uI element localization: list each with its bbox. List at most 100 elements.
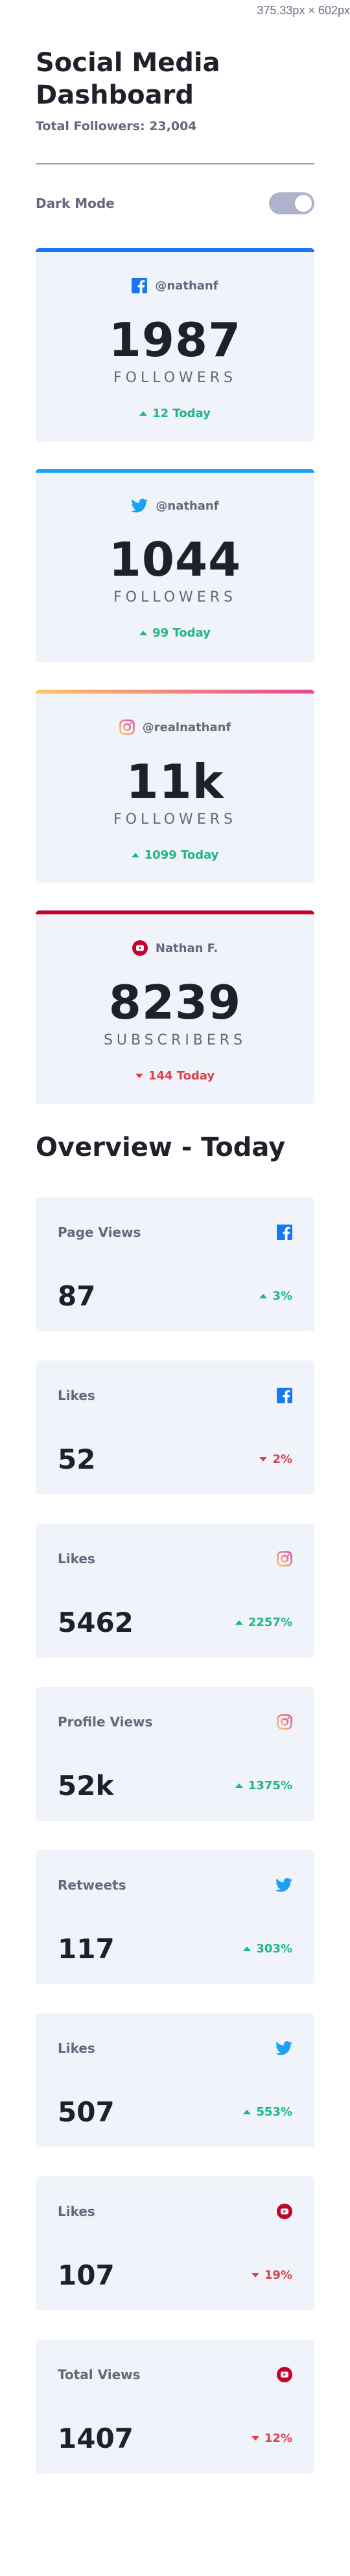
overview-card-header: Likes (58, 1384, 292, 1407)
youtube-icon (132, 940, 148, 956)
overview-card[interactable]: Total Views 1407 12% (36, 2340, 314, 2474)
arrow-up-icon (139, 411, 148, 416)
follower-card-youtube[interactable]: Nathan F. 8239 SUBSCRIBERS 144 Today (36, 910, 314, 1104)
total-followers: Total Followers: 23,004 (36, 119, 197, 133)
overview-label: Likes (58, 1551, 95, 1566)
instagram-icon (119, 719, 135, 735)
card-handle: @nathanf (155, 278, 218, 293)
overview-card[interactable]: Likes 507 553% (36, 2013, 314, 2147)
follower-count: 1044 (108, 532, 242, 587)
overview-card[interactable]: Likes 107 19% (36, 2176, 314, 2310)
arrow-up-icon (235, 1783, 243, 1788)
arrow-up-icon (259, 1294, 268, 1298)
overview-card-body: 5462 2257% (58, 1607, 292, 1638)
overview-label: Likes (58, 1388, 95, 1403)
card-accent-bar (36, 690, 314, 694)
daily-change: 99 Today (36, 626, 314, 640)
card-handle-row: Nathan F. (36, 940, 314, 956)
overview-card-header: Likes (58, 2037, 292, 2060)
overview-card-body: 87 3% (58, 1280, 292, 1312)
twitter-icon (275, 1878, 292, 1892)
overview-label: Page Views (58, 1225, 141, 1240)
header-divider (36, 163, 314, 164)
arrow-down-icon (251, 2273, 259, 2277)
overview-change-text: 1375% (248, 1779, 292, 1792)
overview-card-header: Retweets (58, 1873, 292, 1897)
overview-change-text: 2257% (248, 1616, 292, 1629)
card-handle: Nathan F. (155, 941, 218, 955)
overview-card-body: 1407 12% (58, 2423, 292, 2454)
follower-card-instagram[interactable]: @realnathanf 11k FOLLOWERS 1099 Today (36, 690, 314, 883)
twitter-icon (131, 499, 148, 513)
arrow-up-icon (131, 853, 139, 857)
overview-list: Page Views 87 3% Likes 52 2% Likes 5462 2257% Pro… (36, 1197, 314, 2474)
card-accent-bar (36, 469, 314, 473)
overview-change: 2% (259, 1452, 292, 1466)
overview-change: 12% (251, 2432, 292, 2445)
follower-count: 11k (126, 754, 224, 809)
card-handle: @nathanf (156, 499, 219, 513)
overview-label: Likes (58, 2204, 95, 2219)
overview-card[interactable]: Page Views 87 3% (36, 1197, 314, 1331)
dashboard-page: Social Media Dashboard Total Followers: … (0, 0, 350, 2474)
overview-change: 553% (243, 2105, 292, 2119)
dimension-label: 375.33px × 602px (257, 4, 350, 17)
arrow-up-icon (243, 2110, 251, 2114)
follower-card-facebook[interactable]: @nathanf 1987 FOLLOWERS 12 Today (36, 248, 314, 442)
overview-card-body: 107 19% (58, 2259, 292, 2291)
overview-change-text: 19% (264, 2268, 292, 2282)
overview-value: 87 (58, 1280, 96, 1312)
toggle-knob (295, 195, 312, 212)
overview-card-header: Total Views (58, 2363, 292, 2386)
overview-change: 303% (243, 1942, 292, 1956)
instagram-icon (277, 1714, 292, 1730)
twitter-icon (275, 2041, 292, 2055)
follower-unit: SUBSCRIBERS (103, 1032, 247, 1048)
overview-change-text: 3% (272, 1289, 292, 1303)
overview-value: 1407 (58, 2423, 134, 2454)
daily-change: 12 Today (36, 407, 314, 420)
overview-card[interactable]: Retweets 117 303% (36, 1850, 314, 1984)
facebook-icon (132, 278, 148, 293)
card-handle-row: @nathanf (36, 499, 314, 513)
card-accent-bar (36, 248, 314, 252)
daily-change-text: 12 Today (152, 407, 211, 420)
follower-card-twitter[interactable]: @nathanf 1044 FOLLOWERS 99 Today (36, 469, 314, 662)
overview-value: 5462 (58, 1607, 134, 1638)
card-accent-bar (36, 910, 314, 914)
daily-change-text: 1099 Today (144, 848, 219, 862)
facebook-icon (277, 1225, 292, 1240)
overview-card[interactable]: Likes 52 2% (36, 1361, 314, 1495)
follower-unit: FOLLOWERS (113, 589, 237, 605)
instagram-icon (277, 1551, 292, 1566)
overview-value: 107 (58, 2259, 115, 2291)
overview-card-body: 117 303% (58, 1933, 292, 1965)
arrow-up-icon (139, 631, 148, 635)
overview-card[interactable]: Likes 5462 2257% (36, 1524, 314, 1658)
overview-value: 507 (58, 2096, 115, 2128)
youtube-icon (277, 2204, 292, 2219)
overview-card-body: 52k 1375% (58, 1770, 292, 1802)
overview-value: 52 (58, 1443, 96, 1475)
arrow-down-icon (251, 2436, 259, 2441)
overview-change-text: 12% (264, 2432, 292, 2445)
overview-label: Retweets (58, 1877, 126, 1893)
overview-card[interactable]: Profile Views 52k 1375% (36, 1687, 314, 1821)
overview-card-header: Likes (58, 1547, 292, 1570)
dark-mode-row: Dark Mode (36, 190, 314, 216)
overview-label: Total Views (58, 2367, 141, 2382)
overview-label: Profile Views (58, 1714, 153, 1730)
page-title: Social Media Dashboard (36, 48, 220, 110)
daily-change: 1099 Today (36, 848, 314, 862)
arrow-up-icon (243, 1947, 251, 1951)
overview-title: Overview - Today (36, 1133, 286, 1162)
overview-change-text: 303% (256, 1942, 292, 1956)
card-handle-row: @nathanf (36, 278, 314, 293)
overview-change: 19% (251, 2268, 292, 2282)
card-handle: @realnathanf (142, 720, 231, 734)
dark-mode-toggle[interactable] (269, 192, 314, 214)
overview-change: 2257% (235, 1616, 292, 1629)
dark-mode-label: Dark Mode (36, 196, 115, 211)
overview-change: 3% (259, 1289, 292, 1303)
follower-unit: FOLLOWERS (113, 811, 237, 828)
